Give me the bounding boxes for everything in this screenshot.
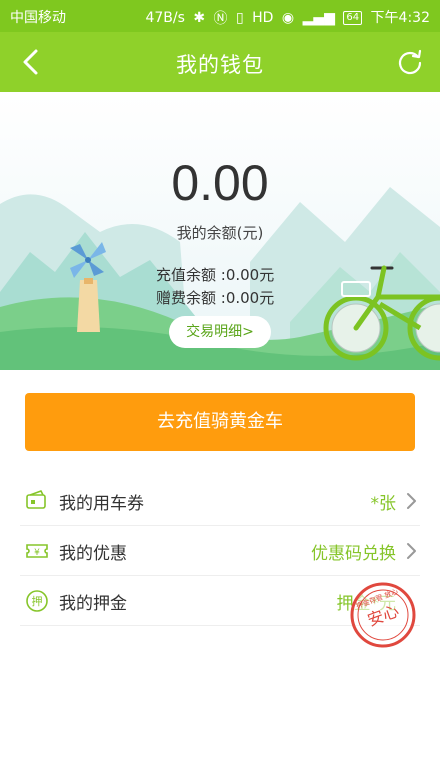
ticket-icon — [26, 490, 46, 509]
signal-icon: ▂▄▆ — [302, 10, 335, 26]
status-indicators: 47B/s ✱ Ⓝ ▯ HD ◉ ▂▄▆ 64 下午4:32 — [141, 7, 430, 28]
status-bar: 中国移动 47B/s ✱ Ⓝ ▯ HD ◉ ▂▄▆ 64 下午4:32 — [0, 0, 440, 32]
list-item-value: 优惠码兑换 — [311, 544, 396, 564]
wallet-hero: 0.00 我的余额(元) 充值余额 :0.00元 赠费余额 :0.00元 交易明… — [0, 92, 440, 370]
battery-icon: 64 — [343, 11, 363, 25]
clock: 下午4:32 — [370, 10, 430, 26]
bonus-balance: 赠费余额 :0.00元 — [156, 289, 275, 307]
list-item-label: 我的押金 — [59, 594, 127, 614]
recharge-balance: 充值余额 :0.00元 — [156, 266, 275, 284]
chevron-right-icon — [407, 543, 416, 559]
list-item-ride-vouchers[interactable]: 我的用车券 *张 — [20, 476, 420, 526]
list-item-label: 我的用车券 — [59, 494, 144, 514]
coupon-icon: ¥ — [26, 544, 48, 558]
balance-label: 我的余额(元) — [176, 224, 264, 242]
bluetooth-icon: ✱ — [193, 10, 206, 26]
hd-icon: HD — [252, 10, 274, 26]
recharge-button[interactable]: 去充值骑黄金车 — [25, 393, 415, 451]
carrier-name: 中国移动 — [10, 10, 66, 26]
chevron-right-icon — [407, 493, 416, 509]
page-title: 我的钱包 — [176, 53, 264, 77]
nfc-icon: Ⓝ — [213, 11, 228, 27]
vibrate-icon: ▯ — [235, 10, 244, 26]
svg-text:押: 押 — [32, 594, 43, 608]
network-speed: 47B/s — [145, 10, 185, 26]
nav-bar: 我的钱包 — [0, 32, 440, 92]
svg-text:¥: ¥ — [34, 548, 40, 558]
balance-amount: 0.00 — [171, 155, 269, 211]
reassurance-stamp: 安心 押金存管 放心 — [350, 582, 416, 648]
deposit-icon: 押 — [26, 590, 48, 612]
list-item-value: *张 — [370, 494, 397, 514]
list-item-discounts[interactable]: ¥ 我的优惠 优惠码兑换 — [20, 526, 420, 576]
refresh-icon[interactable] — [396, 48, 424, 76]
sub-balances: 充值余额 :0.00元 赠费余额 :0.00元 — [156, 264, 274, 310]
list-item-label: 我的优惠 — [59, 544, 127, 564]
eye-icon: ◉ — [281, 10, 295, 26]
transactions-button[interactable]: 交易明细> — [169, 316, 271, 348]
